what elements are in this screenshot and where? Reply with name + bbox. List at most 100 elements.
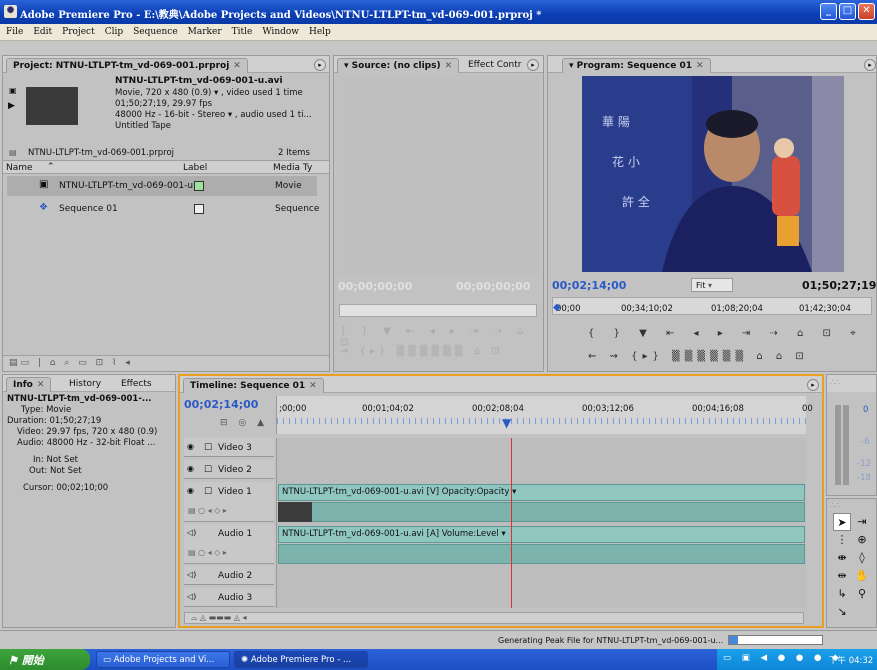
track-header-audio2[interactable]: ◁) Audio 2 [184,566,274,585]
program-transport-controls[interactable]: { } ▼ ⇤ ◂ ▸ ⇥ ⇢ ⌂ ⊡ ⌖ [588,328,864,339]
track-header-video2[interactable]: ◉ ☐ Video 2 [184,460,274,479]
taskbar-item-explorer[interactable]: ▭ Adobe Projects and Vi... [96,651,230,668]
audio-clip[interactable]: NTNU-LTLPT-tm_vd-069-001-u.avi [A] Volum… [278,526,805,543]
col-label[interactable]: Label [183,163,207,173]
windows-logo-icon: ⚑ [8,654,22,667]
meter-label: -18 [857,473,871,483]
speaker-icon[interactable]: ◁) [187,570,201,581]
sort-up-icon[interactable]: ⌃ [47,162,55,172]
track-header-audio1[interactable]: ◁) Audio 1 ▤ ○ ◂ ◇ ▸ [184,524,274,564]
timeline-zoom-scrollbar[interactable]: ⌓ ◬ ▬▬▬ ◬ ◂ [184,612,804,624]
minimize-button[interactable]: _ [820,3,837,20]
tab-info[interactable]: Info ✕ [6,377,52,392]
program-jog-controls[interactable]: ⇜ ⇝ {▸} ▒▒▒▒▒▒ ⌂ ⌂ ⊡ [588,351,809,362]
menu-window[interactable]: Window [256,24,303,37]
start-button[interactable]: ⚑ 開始 [0,649,90,670]
panel-menu-icon[interactable]: ▸ [314,59,326,71]
project-panel: Project: NTNU-LTLPT-tm_vd-069-001.prproj… [2,55,330,372]
grip-icon[interactable]: ∴∴ [827,375,876,392]
speaker-icon[interactable]: ◁) [187,528,201,539]
razor-tool-icon[interactable]: ◊ [853,549,871,567]
program-time-ruler[interactable]: 00;00 00;34;10;02 01;08;20;04 01;42;30;0… [552,297,872,315]
menu-file[interactable]: File [0,24,27,37]
grip-icon[interactable]: ∴∴ [827,499,876,513]
zoom-tool-icon[interactable]: ⚲ [853,585,871,603]
timeline-current-timecode[interactable]: 00;02;14;00 [184,398,258,411]
play-thumbnail-icon[interactable]: ▶ [8,101,15,111]
window-title-bar[interactable]: ✺ Adobe Premiere Pro - E:\教典\Adobe Proje… [0,0,877,24]
snap-marker-icons[interactable]: ⊟ ◎ ▲ [220,418,268,428]
clip-info-line4: Untitled Tape [115,121,171,131]
menu-title[interactable]: Title [226,24,257,37]
eye-icon[interactable]: ◉ [187,464,201,475]
label-swatch[interactable] [194,181,204,191]
track-select-tool-icon[interactable]: ⇥ [853,513,871,531]
project-row[interactable]: ▣ NTNU-LTLPT-tm_vd-069-001-u Movie [7,176,317,196]
panel-menu-icon[interactable]: ▸ [864,59,876,71]
tab-program[interactable]: ▾ Program: Sequence 01 ✕ [562,58,711,73]
timeline-playhead-icon[interactable]: ▼ [502,416,511,430]
ripple-edit-tool-icon[interactable]: ⋮ [833,531,851,549]
status-progress-bar [728,635,823,645]
track-header-video1[interactable]: ◉ ☐ Video 1 ▤ ○ ◂ ◇ ▸ [184,482,274,522]
rolling-edit-tool-icon[interactable]: ⊕ [853,531,871,549]
start-label: 開始 [21,654,44,667]
tab-history[interactable]: History [63,377,107,392]
menu-clip[interactable]: Clip [99,24,127,37]
menu-marker[interactable]: Marker [182,24,226,37]
menu-help[interactable]: Help [303,24,335,37]
timeline-ruler[interactable]: ;00;00 00;01;04;02 00;02;08;04 00;03;12;… [276,396,813,434]
eye-icon[interactable]: ◉ [187,486,201,497]
hand-tool-icon[interactable]: ✋ [853,567,871,585]
audio-clip-waveform[interactable] [278,544,805,564]
tab-source[interactable]: ▾ Source: (no clips) ✕ [337,58,460,73]
track-header-video3[interactable]: ◉ ☐ Video 3 [184,438,274,457]
label-swatch[interactable] [194,204,204,214]
zoom-fit-dropdown[interactable]: Fit ▾ [691,278,733,292]
tab-project[interactable]: Project: NTNU-LTLPT-tm_vd-069-001.prproj… [6,58,248,73]
project-row[interactable]: ❖ Sequence 01 Sequence [7,199,319,219]
eye-icon[interactable]: ◉ [187,442,201,453]
info-panel: Info ✕ History Effects NTNU-LTLPT-tm_vd-0… [2,374,176,628]
menu-project[interactable]: Project [56,24,99,37]
source-timecode-left[interactable]: 00;00;00;00 [338,280,412,293]
menu-edit[interactable]: Edit [27,24,56,37]
tab-effect-controls[interactable]: Effect Contr [462,58,528,73]
program-current-timecode[interactable]: 00;02;14;00 [552,279,626,292]
menu-sequence[interactable]: Sequence [127,24,182,37]
slip-tool-icon[interactable]: ⇹ [833,567,851,585]
maximize-button[interactable]: □ [839,3,856,20]
col-media-type[interactable]: Media Ty [273,163,312,173]
pen-tool-icon[interactable]: ↳ [833,585,851,603]
source-jog-controls[interactable]: ⇝ {▸} ▒▒▒▒▒▒ ⌂ ⊡ [340,346,504,357]
tray-icons[interactable]: ▭ ▣ ◀ ● ● ● ◆ [723,653,843,663]
panel-menu-icon[interactable]: ▸ [807,379,819,391]
ruler-ticks [277,418,807,424]
close-button[interactable]: ✕ [858,3,875,20]
meter-label: -12 [857,459,871,469]
source-timecode-right: 00;00;00;00 [456,280,531,293]
source-time-ruler[interactable] [339,304,537,317]
tab-timeline[interactable]: Timeline: Sequence 01 ✕ [183,378,324,393]
svg-text:許 全: 許 全 [622,194,650,209]
timeline-tracks-area[interactable] [276,438,806,608]
selection-tool-icon[interactable]: ➤ [833,513,851,531]
playhead-icon[interactable]: ◆ [553,302,561,313]
source-transport-controls[interactable]: { } ▼ ⇤ ◂ ▸ ⇥ ⇢ ⌂ ⊡ [340,326,543,348]
rate-stretch-tool-icon[interactable]: ⇼ [833,549,851,567]
row-name: Sequence 01 [59,204,118,214]
poster-frame-icon[interactable]: ▣ [9,86,17,95]
panel-menu-icon[interactable]: ▸ [527,59,539,71]
tab-effects[interactable]: Effects [115,377,158,392]
video-clip-body[interactable] [278,502,805,522]
speaker-icon[interactable]: ◁) [187,592,201,603]
ruler-label: 00;34;10;02 [621,304,673,314]
slide-tool-icon[interactable]: ↘ [833,603,851,621]
col-name[interactable]: Name [6,163,33,173]
ruler-label: 00;04;16;08 [692,404,744,414]
ruler-label: 00;03;12;06 [582,404,634,414]
taskbar-item-premiere[interactable]: ✺ Adobe Premiere Pro - ... [234,651,368,668]
track-header-audio3[interactable]: ◁) Audio 3 [184,588,274,607]
project-footer-toolbar[interactable]: ▤▭ | ⌂ ⌕ ▭ ⊡ ⌇ ◂ [3,355,329,371]
video-clip[interactable]: NTNU-LTLPT-tm_vd-069-001-u.avi [V] Opaci… [278,484,805,501]
